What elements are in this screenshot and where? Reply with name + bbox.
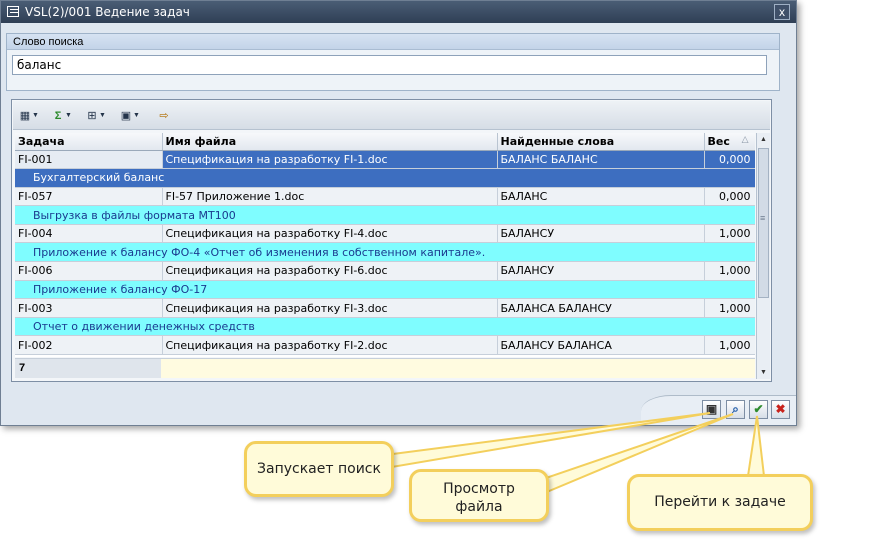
hierarchy-button[interactable]: ⊞ ▼ [85,107,106,125]
hierarchy-icon: ⊞ [87,110,97,122]
scroll-down-icon[interactable]: ▼ [757,366,770,379]
callout-view-file: Просмотр файла [409,469,549,522]
title-bar: VSL(2)/001 Ведение задач x [1,1,796,23]
column-header-weight[interactable]: Вес △ [704,133,755,151]
words-cell[interactable]: БАЛАНСУ [497,224,705,244]
scroll-up-icon[interactable]: ▲ [757,133,770,146]
binoculars-icon: ▣ [120,110,132,122]
cancel-button[interactable]: ✖ [771,400,790,419]
binoculars-icon: ▣ [705,402,718,416]
layout-icon: ▦ [19,110,31,122]
checkmark-icon: ✔ [753,402,764,416]
file-cell[interactable]: Спецификация на разработку FI-6.doc [162,261,498,281]
callout-search: Запускает поиск [244,441,394,497]
file-cell[interactable]: Спецификация на разработку FI-4.doc [162,224,498,244]
dialog-button-bar: ▣ ⌕ ✔ ✖ [1,395,796,425]
column-header-task[interactable]: Задача [15,133,163,151]
file-cell[interactable]: FI-57 Приложение 1.doc [162,187,498,207]
sigma-icon: Σ [54,110,62,122]
results-table: Задача Имя файла Найденные слова Вес △ FI… [15,133,755,356]
table-row[interactable]: FI-002 Спецификация на разработку FI-2.d… [15,335,755,356]
scroll-thumb[interactable] [758,148,769,298]
results-grid: ▦ ▼ Σ ▼ ⊞ ▼ ▣ ▼ ⇨ Задача Имя файла Найде… [11,99,772,382]
description-row[interactable]: Приложение к балансу ФО-17 [15,280,755,300]
view-file-button[interactable]: ⌕ [726,400,745,419]
grid-toolbar: ▦ ▼ Σ ▼ ⊞ ▼ ▣ ▼ ⇨ [13,101,770,130]
dropdown-arrow-icon: ▼ [65,112,72,120]
description-cell[interactable]: Бухгалтерский баланс [15,168,755,188]
export-button[interactable]: ⇨ [157,107,171,125]
description-row[interactable]: Бухгалтерский баланс [15,168,755,188]
column-header-file[interactable]: Имя файла [162,133,498,151]
search-button[interactable]: ▣ [702,400,721,419]
column-header-weight-label: Вес [707,134,730,148]
search-group-label: Слово поиска [7,34,779,50]
callout-go-to-task: Перейти к задаче [627,474,813,531]
words-cell[interactable]: БАЛАНС БАЛАНС [497,150,705,170]
dropdown-arrow-icon: ▼ [133,112,140,120]
find-button[interactable]: ▣ ▼ [119,107,140,125]
table-row[interactable]: FI-006 Спецификация на разработку FI-6.d… [15,261,755,281]
magnifier-icon: ⌕ [732,402,739,416]
totals-row: 7 [15,358,755,378]
search-group: Слово поиска баланс [6,33,780,91]
task-cell[interactable]: FI-057 [15,187,163,207]
go-to-task-button[interactable]: ✔ [749,400,768,419]
weight-cell[interactable]: 1,000 [704,261,755,281]
words-cell[interactable]: БАЛАНСА БАЛАНСУ [497,298,705,318]
file-cell[interactable]: Спецификация на разработку FI-2.doc [162,335,498,356]
window-title: VSL(2)/001 Ведение задач [25,5,190,19]
words-cell[interactable]: БАЛАНС [497,187,705,207]
task-cell[interactable]: FI-002 [15,335,163,356]
description-cell[interactable]: Приложение к балансу ФО-17 [15,280,755,300]
sort-ascending-icon: △ [741,134,749,145]
dropdown-arrow-icon: ▼ [32,112,39,120]
file-cell[interactable]: Спецификация на разработку FI-1.doc [162,150,498,170]
weight-cell[interactable]: 1,000 [704,224,755,244]
row-count: 7 [15,359,161,378]
export-icon: ⇨ [159,110,169,122]
table-row[interactable]: FI-057 FI-57 Приложение 1.doc БАЛАНС 0,0… [15,187,755,207]
weight-cell[interactable]: 1,000 [704,335,755,356]
close-icon[interactable]: x [774,4,790,20]
weight-cell[interactable]: 0,000 [704,187,755,207]
words-cell[interactable]: БАЛАНСУ [497,261,705,281]
task-cell[interactable]: FI-003 [15,298,163,318]
description-cell[interactable]: Приложение к балансу ФО-4 «Отчет об изме… [15,242,755,263]
table-row[interactable]: FI-001 Спецификация на разработку FI-1.d… [15,150,755,170]
words-cell[interactable]: БАЛАНСУ БАЛАНСА [497,335,705,356]
task-cell[interactable]: FI-004 [15,224,163,244]
weight-cell[interactable]: 1,000 [704,298,755,318]
description-row[interactable]: Выгрузка в файлы формата МТ100 [15,205,755,225]
table-row[interactable]: FI-004 Спецификация на разработку FI-4.d… [15,224,755,244]
description-cell[interactable]: Выгрузка в файлы формата МТ100 [15,205,755,225]
description-row[interactable]: Приложение к балансу ФО-4 «Отчет об изме… [15,242,755,263]
task-cell[interactable]: FI-001 [15,150,163,170]
task-cell[interactable]: FI-006 [15,261,163,281]
description-cell[interactable]: Отчет о движении денежных средств [15,317,755,337]
file-cell[interactable]: Спецификация на разработку FI-3.doc [162,298,498,318]
dropdown-arrow-icon: ▼ [99,112,106,120]
description-row[interactable]: Отчет о движении денежных средств [15,317,755,337]
layout-button[interactable]: ▦ ▼ [18,107,39,125]
task-dialog-window: VSL(2)/001 Ведение задач x Слово поиска … [0,0,797,426]
search-input[interactable]: баланс [12,55,767,75]
vertical-scrollbar[interactable]: ▲ ▼ [756,133,770,379]
column-header-words[interactable]: Найденные слова [497,133,705,151]
weight-cell[interactable]: 0,000 [704,150,755,170]
results-table-wrap: Задача Имя файла Найденные слова Вес △ FI… [15,133,755,357]
sum-button[interactable]: Σ ▼ [51,107,72,125]
cancel-icon: ✖ [775,402,786,416]
table-row[interactable]: FI-003 Спецификация на разработку FI-3.d… [15,298,755,318]
window-icon [7,6,19,17]
